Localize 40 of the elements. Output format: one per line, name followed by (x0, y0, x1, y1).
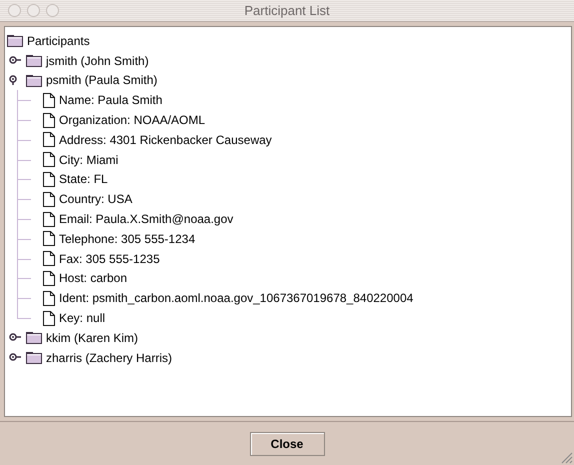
close-button[interactable]: Close (250, 432, 324, 456)
tree-item[interactable]: Name: Paula Smith (59, 93, 162, 108)
tree-item[interactable]: jsmith (John Smith) (46, 54, 149, 68)
folder-icon (26, 74, 42, 87)
document-icon (43, 192, 55, 207)
document-icon (43, 310, 55, 326)
document-icon (43, 231, 55, 246)
expand-handle-icon[interactable] (9, 352, 22, 363)
tree-item[interactable]: Key: null (59, 311, 106, 326)
resize-grip-icon[interactable] (559, 450, 573, 464)
tree-item[interactable]: Fax: 305 555-1235 (59, 252, 160, 266)
tree-item[interactable]: State: FL (59, 172, 108, 186)
document-icon (43, 172, 55, 187)
tree-item[interactable]: Email: Paula.X.Smith@noaa.gov (59, 212, 234, 226)
expand-handle-icon[interactable] (9, 56, 22, 66)
tree-item[interactable]: Country: USA (59, 192, 132, 206)
document-icon (43, 92, 55, 108)
tree-item[interactable]: zharris (Zachery Harris) (46, 350, 172, 365)
tree-item[interactable]: Ident: psmith_carbon.aoml.noaa.gov_1067367019678_840220004 (59, 291, 414, 306)
document-icon (43, 251, 55, 266)
tree-item[interactable]: Address: 4301 Rickenbacker Causeway (59, 132, 272, 147)
folder-icon (26, 331, 42, 344)
tree-item[interactable]: Host: carbon (59, 271, 128, 286)
tree-item[interactable]: City: Miami (59, 152, 118, 167)
document-icon (43, 112, 55, 128)
document-icon (43, 270, 55, 286)
document-icon (43, 132, 55, 148)
tree-item[interactable]: Telephone: 305 555-1234 (59, 232, 196, 246)
folder-icon (7, 34, 23, 48)
tree-item[interactable]: psmith (Paula Smith) (46, 73, 158, 88)
window-title: Participant List (244, 3, 330, 18)
document-icon (43, 212, 55, 227)
folder-icon (26, 351, 42, 364)
document-icon (43, 152, 55, 168)
expand-handle-icon[interactable] (9, 332, 22, 343)
tree-item[interactable]: Participants (27, 34, 90, 48)
document-icon (43, 290, 55, 306)
folder-icon (26, 54, 42, 68)
tree-item[interactable]: Organization: NOAA/AOML (59, 113, 206, 128)
tree-item[interactable]: kkim (Karen Kim) (46, 330, 138, 345)
